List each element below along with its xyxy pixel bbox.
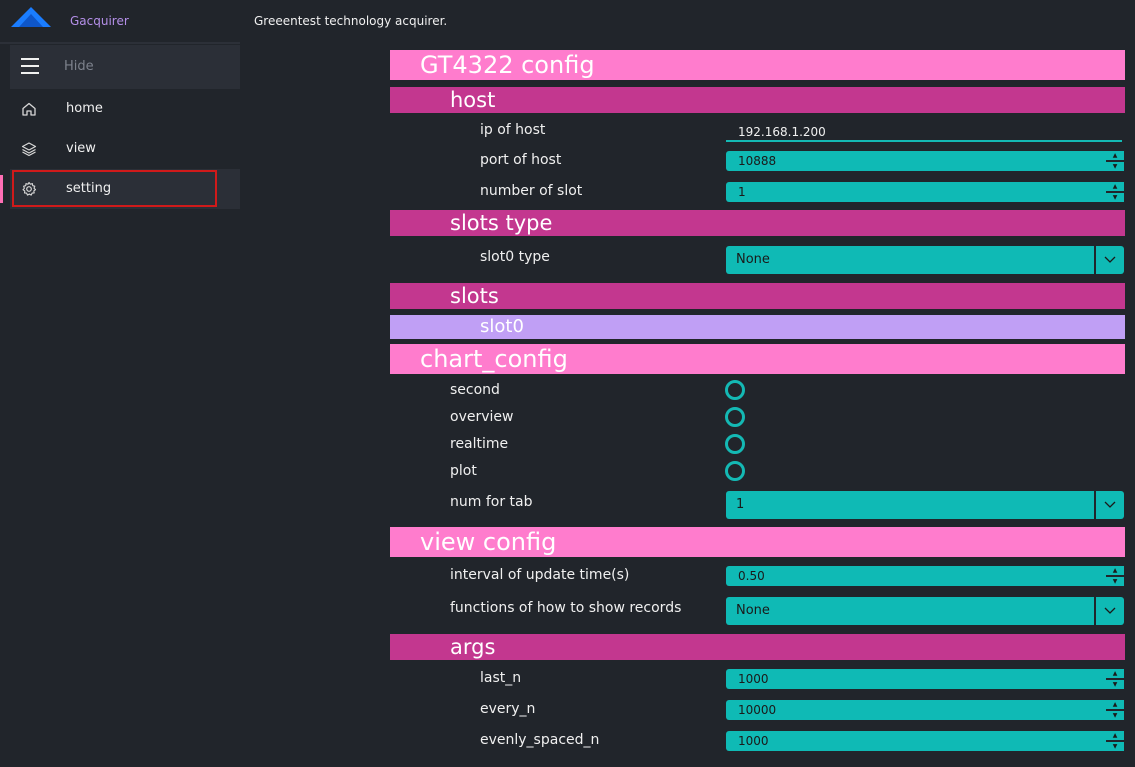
sidebar-item-view[interactable]: view [10, 129, 240, 169]
second-checkbox[interactable] [725, 380, 745, 400]
slot0-type-label: slot0 type [480, 249, 550, 265]
every-n-value[interactable]: 10000 [726, 700, 1106, 720]
chevron-down-icon [1104, 501, 1116, 508]
interval-value[interactable]: 0.50 [726, 566, 1106, 586]
port-of-host-value[interactable]: 10888 [726, 151, 1106, 171]
hide-label: Hide [64, 59, 94, 74]
spin-down-icon[interactable]: ▼ [1106, 742, 1124, 751]
realtime-checkbox[interactable] [725, 434, 745, 454]
slots-type-header: slots type [390, 210, 1125, 236]
realtime-label: realtime [450, 436, 509, 452]
spin-up-icon[interactable]: ▲ [1106, 566, 1124, 575]
number-of-slot-label: number of slot [480, 183, 583, 199]
view-config-header: view config [390, 527, 1125, 557]
functions-value[interactable]: None [726, 597, 1094, 625]
evenly-spaced-n-value[interactable]: 1000 [726, 731, 1106, 751]
dropdown-button[interactable] [1096, 597, 1124, 625]
hamburger-icon [21, 58, 39, 74]
plot-label: plot [450, 463, 477, 479]
app-logo-icon [11, 7, 51, 27]
sidebar-item-label: home [66, 101, 103, 116]
spin-down-icon[interactable]: ▼ [1106, 711, 1124, 720]
number-of-slot-value[interactable]: 1 [726, 182, 1106, 202]
last-n-label: last_n [480, 670, 522, 686]
spin-up-icon[interactable]: ▲ [1106, 731, 1124, 740]
num-for-tab-dropdown[interactable]: 1 [726, 491, 1124, 519]
interval-label: interval of update time(s) [450, 567, 630, 583]
slot0-type-value[interactable]: None [726, 246, 1094, 274]
chevron-down-icon [1104, 607, 1116, 614]
chevron-down-icon [1104, 256, 1116, 263]
num-for-tab-value[interactable]: 1 [726, 491, 1094, 519]
spin-down-icon[interactable]: ▼ [1106, 193, 1124, 202]
last-n-value[interactable]: 1000 [726, 669, 1106, 689]
sidebar: Gacquirer Hide home view setting [0, 0, 240, 767]
interval-spinbox[interactable]: 0.50 ▲ ▼ [726, 566, 1124, 586]
layers-icon [21, 142, 37, 157]
num-for-tab-label: num for tab [450, 494, 533, 510]
gt4322-config-header: GT4322 config [390, 50, 1125, 80]
home-icon [22, 102, 36, 116]
host-header: host [390, 87, 1125, 113]
plot-checkbox[interactable] [725, 461, 745, 481]
sidebar-item-label: view [66, 141, 96, 156]
dropdown-button[interactable] [1096, 491, 1124, 519]
functions-dropdown[interactable]: None [726, 597, 1124, 625]
spin-up-icon[interactable]: ▲ [1106, 182, 1124, 191]
slot0-header: slot0 [390, 315, 1125, 339]
chart-config-header: chart_config [390, 344, 1125, 374]
spin-up-icon[interactable]: ▲ [1106, 151, 1124, 160]
ip-of-host-input[interactable]: 192.168.1.200 [726, 122, 1122, 142]
spin-down-icon[interactable]: ▼ [1106, 162, 1124, 171]
hide-sidebar-button[interactable]: Hide [10, 45, 240, 89]
port-of-host-label: port of host [480, 152, 562, 168]
spin-down-icon[interactable]: ▼ [1106, 577, 1124, 586]
args-header: args [390, 634, 1125, 660]
slot0-type-dropdown[interactable]: None [726, 246, 1124, 274]
port-of-host-spinbox[interactable]: 10888 ▲ ▼ [726, 151, 1124, 171]
active-indicator [0, 175, 3, 203]
evenly-spaced-n-label: evenly_spaced_n [480, 732, 600, 748]
overview-label: overview [450, 409, 514, 425]
spin-up-icon[interactable]: ▲ [1106, 669, 1124, 678]
last-n-spinbox[interactable]: 1000 ▲ ▼ [726, 669, 1124, 689]
second-label: second [450, 382, 500, 398]
sidebar-item-home[interactable]: home [10, 89, 240, 129]
selection-highlight [12, 170, 217, 207]
number-of-slot-spinbox[interactable]: 1 ▲ ▼ [726, 182, 1124, 202]
spin-up-icon[interactable]: ▲ [1106, 700, 1124, 709]
every-n-spinbox[interactable]: 10000 ▲ ▼ [726, 700, 1124, 720]
functions-label: functions of how to show records [450, 600, 682, 616]
every-n-label: every_n [480, 701, 536, 717]
evenly-spaced-n-spinbox[interactable]: 1000 ▲ ▼ [726, 731, 1124, 751]
overview-checkbox[interactable] [725, 407, 745, 427]
slots-header: slots [390, 283, 1125, 309]
spin-down-icon[interactable]: ▼ [1106, 680, 1124, 689]
ip-of-host-label: ip of host [480, 122, 546, 138]
window-title: Greeentest technology acquirer. [254, 14, 448, 28]
dropdown-button[interactable] [1096, 246, 1124, 274]
app-name: Gacquirer [70, 14, 129, 28]
app-header: Gacquirer [0, 0, 240, 44]
